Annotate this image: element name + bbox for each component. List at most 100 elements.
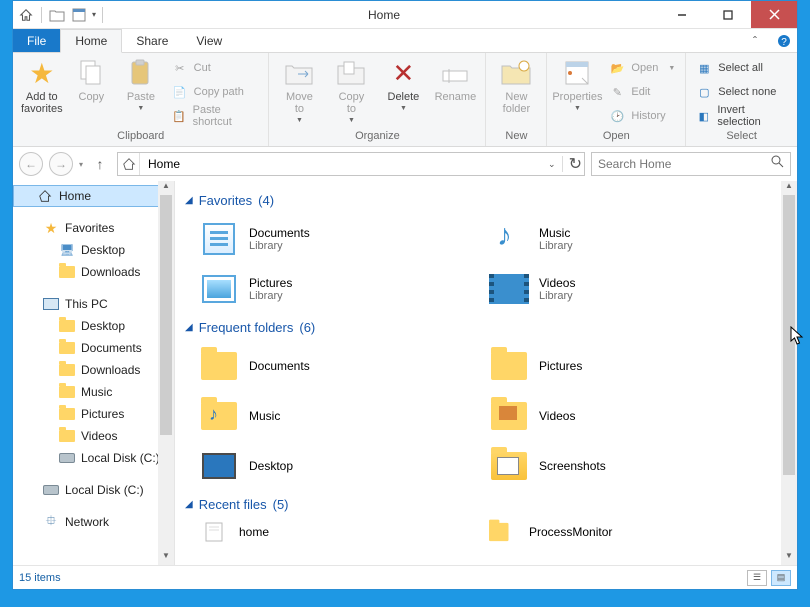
invert-selection-button[interactable]: ◧Invert selection	[692, 105, 791, 127]
folder-icon	[489, 396, 529, 436]
scroll-thumb[interactable]	[783, 195, 795, 475]
separator	[41, 7, 42, 23]
back-button[interactable]: ←	[19, 152, 43, 176]
tile-documents-folder[interactable]: Documents	[185, 341, 475, 391]
home-icon[interactable]	[17, 6, 35, 24]
nav-scrollbar[interactable]: ▲ ▼	[158, 181, 174, 565]
minimize-button[interactable]	[659, 1, 705, 28]
scroll-up-icon[interactable]: ▲	[158, 181, 174, 195]
nav-pc-videos[interactable]: Videos	[13, 425, 174, 447]
edit-button[interactable]: ✎Edit	[605, 81, 679, 103]
forward-button[interactable]: →	[49, 152, 73, 176]
select-none-button[interactable]: ▢Select none	[692, 81, 791, 103]
tile-pictures-library[interactable]: PicturesLibrary	[185, 264, 475, 314]
paste-shortcut-button[interactable]: 📋Paste shortcut	[168, 105, 263, 127]
scroll-down-icon[interactable]: ▼	[781, 551, 797, 565]
details-view-button[interactable]: ☰	[747, 570, 767, 586]
home-icon	[118, 153, 140, 175]
scroll-thumb[interactable]	[160, 195, 172, 435]
nav-home[interactable]: Home	[13, 185, 174, 207]
select-all-button[interactable]: ▦Select all	[692, 57, 791, 79]
tile-videos-library[interactable]: VideosLibrary	[475, 264, 765, 314]
group-header-favorites[interactable]: ◢ Favorites (4)	[185, 193, 797, 208]
explorer-window: ▾ Home File Home Share View ˆ ? ★ Add to…	[12, 0, 798, 590]
rename-button[interactable]: Rename	[431, 55, 479, 103]
tiles-view-button[interactable]: ▤	[771, 570, 791, 586]
nav-pc-documents[interactable]: Documents	[13, 337, 174, 359]
tab-share[interactable]: Share	[122, 29, 182, 52]
new-folder-button[interactable]: New folder	[492, 55, 540, 115]
drive-icon	[43, 482, 59, 498]
copy-button[interactable]: Copy	[69, 55, 115, 103]
content-pane: ◢ Favorites (4) DocumentsLibrary MusicLi…	[175, 181, 797, 565]
paste-button[interactable]: Paste ▼	[118, 55, 164, 112]
up-button[interactable]: ↑	[89, 153, 111, 175]
address-dropdown-icon[interactable]: ⌄	[548, 159, 556, 170]
tile-documents-library[interactable]: DocumentsLibrary	[185, 214, 475, 264]
folder-icon	[199, 346, 239, 386]
nav-desktop[interactable]: 🖥Desktop	[13, 239, 174, 261]
desktop-icon	[199, 446, 239, 486]
recent-locations-button[interactable]: ▾	[79, 160, 83, 169]
tile-recent-processmonitor[interactable]: ProcessMonitor	[475, 518, 765, 546]
help-icon[interactable]: ?	[777, 34, 791, 48]
tile-desktop-folder[interactable]: Desktop	[185, 441, 475, 491]
window-title: Home	[109, 8, 659, 22]
new-folder-qat-icon[interactable]	[48, 6, 66, 24]
breadcrumb[interactable]: Home	[140, 153, 188, 175]
maximize-button[interactable]	[705, 1, 751, 28]
content-scrollbar[interactable]: ▲ ▼	[781, 181, 797, 565]
videos-library-icon	[489, 269, 529, 309]
status-bar: 15 items ☰ ▤	[13, 565, 797, 589]
scroll-down-icon[interactable]: ▼	[158, 551, 174, 565]
tile-pictures-folder[interactable]: Pictures	[475, 341, 765, 391]
navigation-pane: Home ★Favorites 🖥Desktop Downloads This …	[13, 181, 175, 565]
nav-pc-desktop[interactable]: Desktop	[13, 315, 174, 337]
address-bar[interactable]: Home ⌄ ↻	[117, 152, 585, 176]
collapse-ribbon-icon[interactable]: ˆ	[753, 34, 767, 48]
properties-button[interactable]: Properties ▼	[553, 55, 601, 112]
nav-network[interactable]: ⯐Network	[13, 511, 174, 533]
nav-this-pc[interactable]: This PC	[13, 293, 174, 315]
tile-screenshots-folder[interactable]: Screenshots	[475, 441, 765, 491]
move-to-button[interactable]: Move to ▼	[275, 55, 323, 124]
tab-file[interactable]: File	[13, 29, 60, 52]
nav-favorites[interactable]: ★Favorites	[13, 217, 174, 239]
tab-home[interactable]: Home	[60, 29, 122, 53]
open-button[interactable]: 📂Open▼	[605, 57, 679, 79]
cut-button[interactable]: ✂Cut	[168, 57, 263, 79]
tile-music-library[interactable]: MusicLibrary	[475, 214, 765, 264]
refresh-button[interactable]: ↻	[569, 154, 582, 174]
group-header-frequent[interactable]: ◢ Frequent folders (6)	[185, 320, 797, 335]
search-icon[interactable]	[771, 155, 784, 173]
copy-to-button[interactable]: Copy to ▼	[327, 55, 375, 124]
open-icon: 📂	[609, 60, 625, 76]
ribbon: ★ Add to favorites Copy Paste ▼ ✂Cut 📄Co…	[13, 53, 797, 147]
nav-pc-music[interactable]: Music	[13, 381, 174, 403]
close-button[interactable]	[751, 1, 797, 28]
nav-local-disk[interactable]: Local Disk (C:)	[13, 479, 174, 501]
search-box[interactable]	[591, 152, 791, 176]
nav-pc-downloads[interactable]: Downloads	[13, 359, 174, 381]
copy-path-button[interactable]: 📄Copy path	[168, 81, 263, 103]
properties-qat-icon[interactable]	[70, 6, 88, 24]
drive-icon	[59, 450, 75, 466]
delete-button[interactable]: ✕ Delete ▼	[379, 55, 427, 112]
nav-pc-pictures[interactable]: Pictures	[13, 403, 174, 425]
nav-pc-local-disk[interactable]: Local Disk (C:)	[13, 447, 174, 469]
tile-music-folder[interactable]: ♪Music	[185, 391, 475, 441]
history-button[interactable]: 🕑History	[605, 105, 679, 127]
item-count: 15 items	[19, 572, 61, 584]
tab-view[interactable]: View	[182, 29, 236, 52]
chevron-down-icon: ▼	[296, 117, 303, 124]
tile-recent-home[interactable]: home	[185, 518, 475, 546]
qat-dropdown-icon[interactable]: ▾	[92, 10, 96, 19]
search-input[interactable]	[598, 157, 784, 171]
titlebar: ▾ Home	[13, 1, 797, 29]
group-header-recent[interactable]: ◢ Recent files (5)	[185, 497, 797, 512]
add-to-favorites-button[interactable]: ★ Add to favorites	[19, 55, 65, 115]
scroll-up-icon[interactable]: ▲	[781, 181, 797, 195]
invert-selection-icon: ◧	[696, 108, 711, 124]
tile-videos-folder[interactable]: Videos	[475, 391, 765, 441]
nav-downloads[interactable]: Downloads	[13, 261, 174, 283]
